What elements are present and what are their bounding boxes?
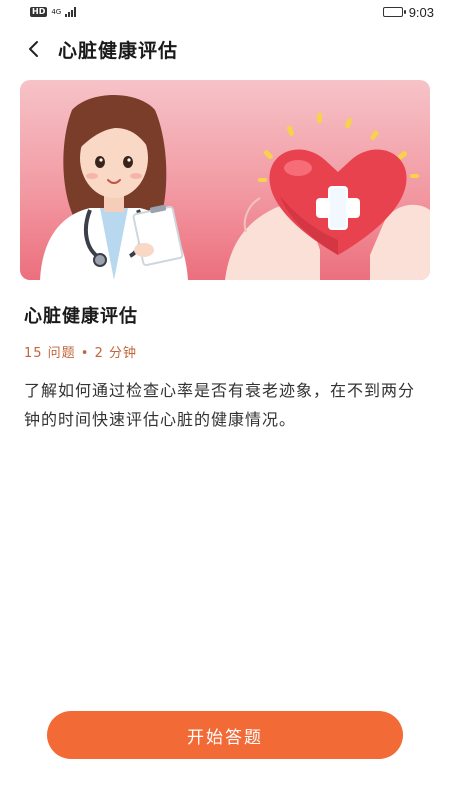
page-title: 心脏健康评估 xyxy=(58,39,179,62)
banner-image xyxy=(20,80,430,280)
status-right: 9:03 xyxy=(382,4,434,20)
network-label: 4G xyxy=(51,7,62,16)
start-quiz-button[interactable]: 开始答题 xyxy=(47,711,403,759)
hd-badge: HD xyxy=(30,7,48,17)
chevron-left-icon xyxy=(29,41,38,57)
assessment-meta: 15 问题 • 2 分钟 xyxy=(24,346,138,361)
status-left: HD 4G xyxy=(30,7,77,17)
assessment-description: 了解如何通过检查心率是否有衰老迹象，在不到两分钟的时间快速评估心脏的健康情况。 xyxy=(24,381,416,429)
signal-icon xyxy=(65,7,77,17)
status-bar: HD 4G 9:03 xyxy=(0,0,450,24)
page: HD 4G 9:03 心脏健康评估 心脏健康评估 15 问题 • 2 分钟 了解… xyxy=(0,0,450,800)
back-button[interactable] xyxy=(14,30,54,68)
status-time: 9:03 xyxy=(408,4,434,20)
battery-icon xyxy=(382,7,406,17)
assessment-title: 心脏健康评估 xyxy=(24,306,138,327)
doctor-heart-illustration xyxy=(40,95,430,280)
header: 心脏健康评估 xyxy=(0,30,450,68)
